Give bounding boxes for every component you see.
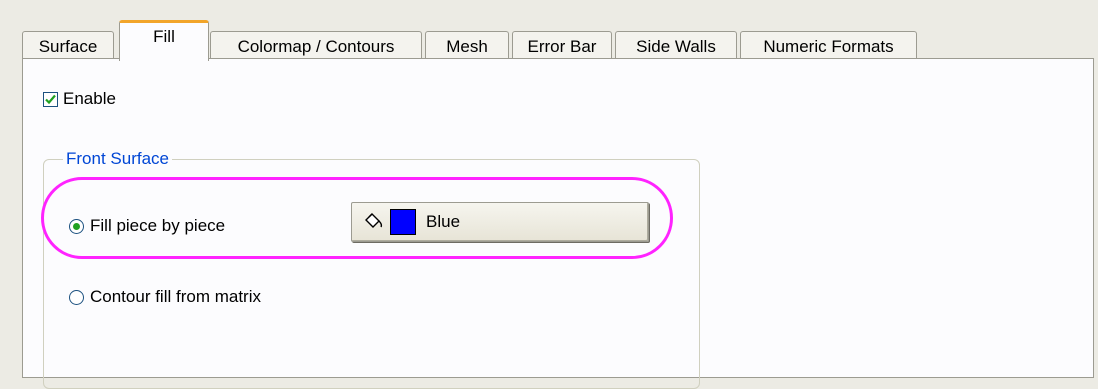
enable-checkbox-row[interactable]: Enable: [43, 89, 116, 109]
tab-fill[interactable]: Fill: [119, 20, 209, 61]
radio-selected-dot: [73, 222, 80, 230]
front-surface-group-title: Front Surface: [63, 149, 172, 169]
tab-error-bar[interactable]: Error Bar: [512, 31, 612, 58]
tab-side-walls-label: Side Walls: [636, 37, 716, 56]
tab-mesh[interactable]: Mesh: [425, 31, 509, 58]
tab-colormap-contours-label: Colormap / Contours: [237, 37, 395, 56]
checkmark-icon: [45, 94, 56, 104]
tab-fill-label: Fill: [153, 27, 175, 46]
contour-fill-from-matrix-radio[interactable]: [69, 289, 84, 305]
tab-side-walls[interactable]: Side Walls: [615, 31, 737, 58]
fill-piece-by-piece-label: Fill piece by piece: [90, 216, 226, 235]
tab-mesh-label: Mesh: [446, 37, 488, 56]
tab-numeric-formats[interactable]: Numeric Formats: [740, 31, 917, 58]
enable-checkbox[interactable]: [43, 91, 58, 107]
fill-color-swatch: [390, 209, 416, 235]
front-surface-group: Front Surface: [43, 149, 700, 389]
tab-numeric-formats-label: Numeric Formats: [763, 37, 894, 56]
fill-color-button[interactable]: Blue: [351, 202, 649, 242]
fill-tab-panel: Enable Front Surface Fill piece by piece…: [22, 58, 1094, 389]
contour-fill-from-matrix-label: Contour fill from matrix: [90, 287, 261, 306]
enable-checkbox-label: Enable: [63, 89, 116, 108]
paint-bucket-icon: [365, 213, 383, 228]
tab-colormap-contours[interactable]: Colormap / Contours: [210, 31, 422, 58]
tab-error-bar-label: Error Bar: [527, 37, 597, 56]
tab-surface-label: Surface: [38, 37, 98, 56]
fill-piece-by-piece-option[interactable]: Fill piece by piece: [69, 216, 225, 236]
fill-piece-by-piece-radio[interactable]: [69, 218, 84, 234]
tab-surface[interactable]: Surface: [22, 31, 114, 58]
contour-fill-from-matrix-option[interactable]: Contour fill from matrix: [69, 287, 261, 307]
fill-color-label: Blue: [426, 212, 461, 231]
